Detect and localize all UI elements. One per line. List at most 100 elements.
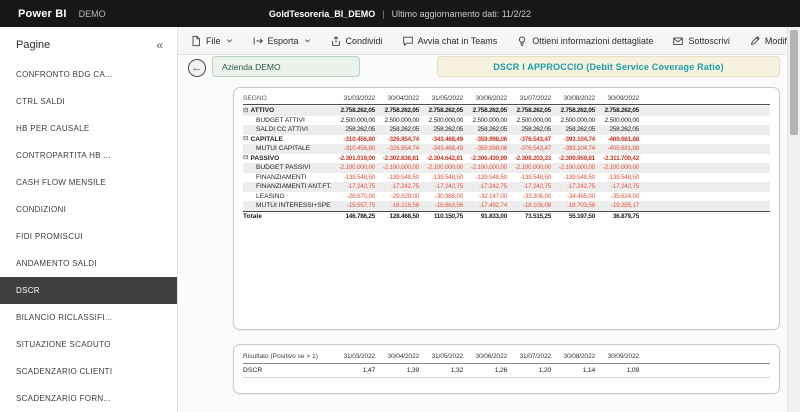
teams-icon — [402, 35, 414, 47]
matrix-row-finanziamenti[interactable]: FINANZIAMENTI -139.548,50 -139.548,50 -139.… — [243, 173, 770, 183]
powerbi-logo[interactable]: Power BI — [18, 8, 67, 20]
share-icon — [330, 35, 342, 47]
matrix-cell: -2.100.000,00 — [602, 164, 639, 172]
toolbar-file-button[interactable]: File — [190, 35, 233, 47]
matrix-cell: -2.311.700,42 — [603, 154, 639, 162]
matrix-cell: 258.262,05 — [565, 126, 596, 134]
sidebar-item-contropartita-hb[interactable]: CONTROPARTITA HB ... — [0, 142, 177, 169]
row-label: MUTUI INTERESSI+SPESE — [256, 202, 331, 210]
matrix-cell: -18.106,08 — [522, 202, 551, 210]
column-header-date: 30/08/2022 — [563, 95, 596, 102]
sidebar-item-condizioni[interactable]: CONDIZIONI — [0, 196, 177, 223]
vertical-scrollbar[interactable] — [787, 27, 800, 412]
pages-sidebar: Pagine « CONFRONTO BDG CA... CTRL SALDI HB… — [0, 27, 178, 412]
result-header-label: Risultato (Positivo se > 1) — [243, 353, 318, 360]
matrix-row-leasing[interactable]: LEASING -28.670,00 -29.829,00 -30.988,00 -32… — [243, 192, 770, 202]
matrix-cell: 2.500.000,00 — [428, 116, 464, 124]
report-header-info: GoldTesoreria_BI_DEMO | Ultimo aggiornam… — [269, 9, 531, 19]
sidebar-item-ctrl-saldi[interactable]: CTRL SALDI — [0, 88, 177, 115]
matrix-row-totale[interactable]: Totale 146.786,25 128.468,50 110.150,75 91.8… — [243, 210, 770, 222]
matrix-row-budget-passivi[interactable]: BUDGET PASSIVI -2.100.000,00 -2.100.000,00… — [243, 163, 770, 173]
sidebar-item-scadenzario-forn[interactable]: SCADENZARIO FORN... — [0, 385, 177, 412]
matrix-cell: 2.500.000,00 — [516, 116, 552, 124]
matrix-cell: 2.758.262,05 — [560, 107, 596, 115]
matrix-cell: -29.829,00 — [390, 192, 419, 200]
back-button[interactable]: ← — [188, 59, 206, 77]
matrix-cell: -2.100.000,00 — [514, 164, 551, 172]
matrix-cell: -359.998,06 — [475, 145, 508, 153]
matrix-cell: -17.492,74 — [478, 202, 507, 210]
sidebar-item-scadenzario-clienti[interactable]: SCADENZARIO CLIENTI — [0, 358, 177, 385]
matrix-cell: 258.262,05 — [477, 126, 508, 134]
scrollbar-thumb[interactable] — [790, 30, 798, 135]
sidebar-item-hb-per-causale[interactable]: HB PER CAUSALE — [0, 115, 177, 142]
matrix-row-mutui-interessi-spese[interactable]: MUTUI INTERESSI+SPESE -15.557,75 -16.218,5… — [243, 201, 770, 211]
collapse-icon[interactable]: ⊟ — [243, 136, 248, 143]
matrix-cell: -33.306,00 — [522, 192, 551, 200]
matrix-cell: -17.242,75 — [390, 183, 419, 191]
toolbar-ottieni-informazioni-dettagliate-button[interactable]: Ottieni informazioni dettagliate — [516, 35, 653, 47]
matrix-row-passivo[interactable]: ⊟ PASSIVO -2.301.019,00 -2.302.838,81 -2.304… — [243, 154, 770, 164]
sidebar-item-fidi-promiscui[interactable]: FIDI PROMISCUI — [0, 223, 177, 250]
top-app-bar: Power BI DEMO GoldTesoreria_BI_DEMO | Ul… — [0, 0, 800, 27]
matrix-cell: -2.100.000,00 — [470, 164, 507, 172]
company-slicer[interactable]: Azienda DEMO — [212, 56, 360, 77]
matrix-cell: -15.557,75 — [346, 202, 375, 210]
matrix-row-saldi-cc-attivi[interactable]: SALDI CC ATTIVI 258.262,05 258.262,05 258.2… — [243, 125, 770, 135]
toolbar-esporta-button[interactable]: Esporta — [252, 35, 311, 47]
matrix-row-capitale[interactable]: ⊟ CAPITALE -310.456,80 -326.954,74 -343.468,… — [243, 135, 770, 145]
matrix-row-mutui-capitale[interactable]: MUTUI CAPITALE -310.456,80 -326.954,74 -343… — [243, 144, 770, 154]
matrix-cell: -139.548,50 — [607, 173, 640, 181]
powerbi-app-window: Power BI DEMO GoldTesoreria_BI_DEMO | Ul… — [0, 0, 800, 412]
matrix-cell: 2.758.262,05 — [384, 107, 420, 115]
matrix-cell: -139.548,50 — [387, 173, 420, 181]
matrix-cell: -2.100.000,00 — [558, 164, 595, 172]
collapse-icon[interactable]: ⊟ — [243, 155, 248, 162]
matrix-cell: -409.681,88 — [607, 135, 640, 143]
column-header-date: 31/05/2022 — [431, 95, 464, 102]
column-header-date: 31/03/2022 — [343, 95, 376, 102]
matrix-cell: -34.465,00 — [566, 192, 595, 200]
result-row-label: DSCR — [243, 367, 263, 374]
matrix-row-finanziamenti-ant-ft[interactable]: FINANZIAMENTI ANT.FT. -17.242,75 -17.242,7… — [243, 182, 770, 192]
matrix-cell: -2.304.642,81 — [426, 154, 463, 162]
envelope-icon — [672, 35, 684, 47]
toolbar-modifica-button[interactable]: Modifica — [749, 35, 787, 47]
toolbar-sottoscrivi-button[interactable]: Sottoscrivi — [672, 35, 730, 47]
sidebar-item-andamento-saldi[interactable]: ANDAMENTO SALDI — [0, 250, 177, 277]
toolbar-label: Avvia chat in Teams — [417, 35, 498, 46]
toolbar-condividi-button[interactable]: Condividi — [330, 35, 383, 47]
matrix-cell: -343.468,49 — [431, 135, 464, 143]
matrix-cell: 2.758.262,05 — [428, 107, 464, 115]
matrix-cell: -17.242,75 — [478, 183, 507, 191]
sidebar-item-confronto-bdg-ca[interactable]: CONFRONTO BDG CA... — [0, 61, 177, 88]
sidebar-item-bilancio-riclassifi[interactable]: BILANCIO RICLASSIFI... — [0, 304, 177, 331]
matrix-row-attivo[interactable]: ⊟ ATTIVO 2.758.262,05 2.758.262,05 2.758.262… — [243, 106, 770, 116]
matrix-cell: -139.548,50 — [563, 173, 596, 181]
sidebar-item-situazione-scaduto[interactable]: SITUAZIONE SCADUTO — [0, 331, 177, 358]
matrix-cell: -17.242,75 — [346, 183, 375, 191]
matrix-cell: 2.500.000,00 — [560, 116, 596, 124]
matrix-cell: 2.500.000,00 — [472, 116, 508, 124]
result-cell: 1,47 — [362, 367, 375, 374]
result-table-row[interactable]: DSCR 1,47 1,39 1,32 1,26 1,20 1,14 1,09 — [243, 364, 770, 378]
pages-sidebar-header: Pagine « — [0, 27, 177, 61]
column-header-date: 30/09/2022 — [607, 353, 640, 360]
result-cell: 1,20 — [538, 367, 551, 374]
matrix-cell: -359.998,06 — [475, 135, 508, 143]
sidebar-item-cash-flow-mensile[interactable]: CASH FLOW MENSILE — [0, 169, 177, 196]
result-cell: 1,26 — [494, 367, 507, 374]
matrix-row-budget-attivi[interactable]: BUDGET ATTIVI 2.500.000,00 2.500.000,00 2.5… — [243, 116, 770, 126]
row-label: ⊟ CAPITALE — [243, 135, 283, 143]
matrix-cell: -326.954,74 — [387, 145, 420, 153]
matrix-cell: -2.100.000,00 — [382, 164, 419, 172]
report-canvas: ← Azienda DEMO DSCR I APPROCCIO (Debit S… — [178, 55, 787, 412]
collapse-icon[interactable]: ⊟ — [243, 107, 248, 115]
column-header-date: 31/07/2022 — [519, 353, 552, 360]
row-label: ⊟ ATTIVO — [243, 107, 275, 115]
collapse-sidebar-icon[interactable]: « — [156, 38, 163, 52]
sidebar-item-dscr[interactable]: DSCR — [0, 277, 177, 304]
matrix-cell: -139.548,50 — [431, 173, 464, 181]
matrix-cell: 2.500.000,00 — [604, 116, 640, 124]
toolbar-avvia-chat-in-teams-button[interactable]: Avvia chat in Teams — [402, 35, 498, 47]
